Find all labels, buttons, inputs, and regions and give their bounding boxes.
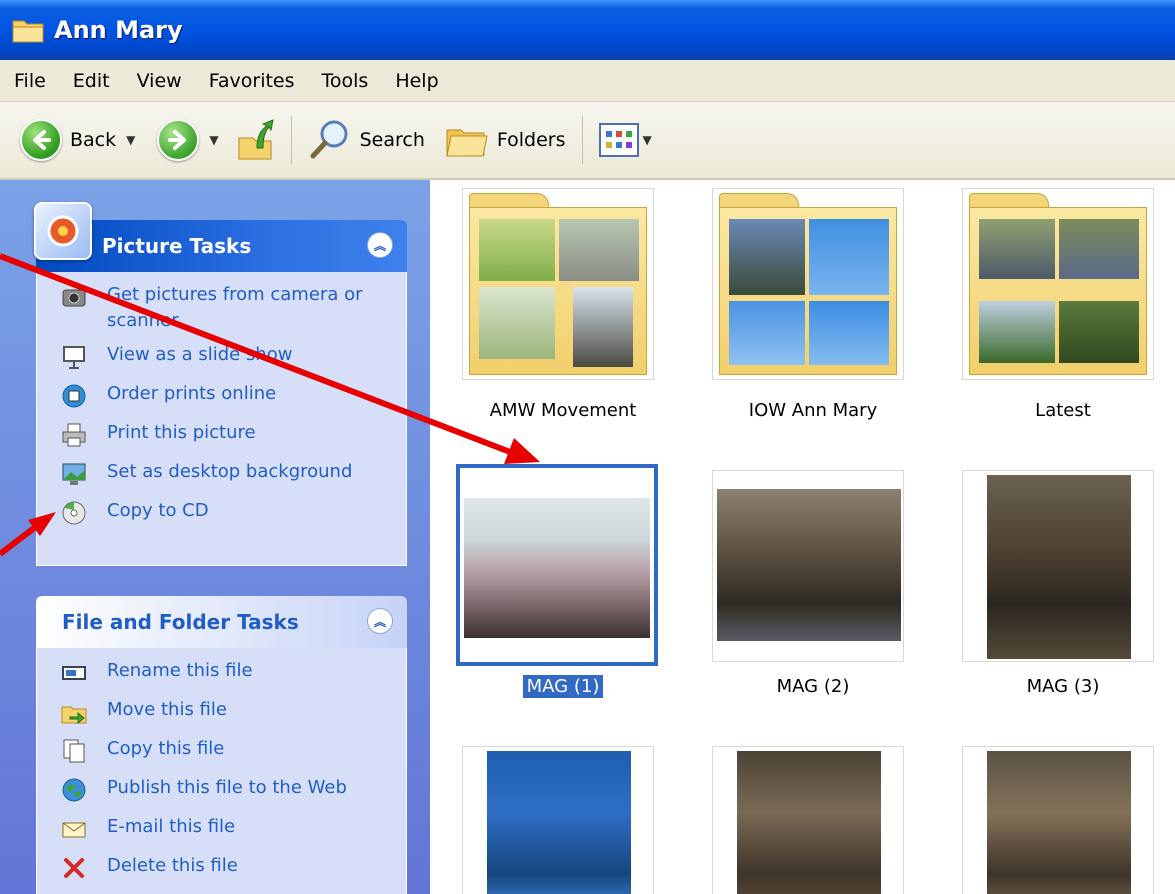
file-name: IOW Ann Mary <box>748 400 878 421</box>
task-delete-file[interactable]: Delete this file <box>37 849 406 888</box>
task-set-background[interactable]: Set as desktop background <box>37 455 406 494</box>
views-icon <box>598 123 639 157</box>
file-name-label: MAG (1) <box>458 675 668 698</box>
task-label: Copy to CD <box>107 500 209 521</box>
task-publish-web[interactable]: Publish this file to the Web <box>37 771 406 810</box>
task-copy-to-cd[interactable]: Copy to CD <box>37 494 406 533</box>
folder-icon <box>12 20 44 43</box>
file-folder-tasks-title: File and Folder Tasks <box>62 610 299 634</box>
picture-tasks-header[interactable]: Picture Tasks ︽ <box>34 202 407 272</box>
file-folder-tasks-header[interactable]: File and Folder Tasks ︽ <box>36 596 407 648</box>
slideshow-icon <box>63 346 85 369</box>
folder-thumbnail[interactable] <box>462 188 654 380</box>
printer-icon <box>62 423 86 447</box>
menu-file[interactable]: File <box>14 70 46 92</box>
task-print-picture[interactable]: Print this picture <box>37 416 406 455</box>
folders-icon <box>446 129 488 157</box>
title-bar[interactable]: Ann Mary <box>0 0 1175 60</box>
rename-icon <box>62 666 86 680</box>
photo-thumbnail[interactable] <box>456 464 658 666</box>
desktop-background-icon <box>62 463 86 485</box>
task-order-prints[interactable]: Order prints online <box>37 377 406 416</box>
toolbar-separator <box>290 116 292 164</box>
photo-thumbnail[interactable] <box>462 746 654 894</box>
menu-view[interactable]: View <box>137 70 182 92</box>
task-slide-show[interactable]: View as a slide show <box>37 338 406 377</box>
task-email-file[interactable]: E-mail this file <box>37 810 406 849</box>
toolbar: Back ▼ ▼ Search Folders ▼ <box>0 102 1175 180</box>
task-label: Delete this file <box>107 855 238 876</box>
picture-tasks-icon <box>34 202 92 260</box>
toolbar-separator <box>581 116 583 164</box>
picture-tasks-title: Picture Tasks <box>102 234 252 258</box>
up-folder-icon <box>238 119 274 160</box>
photo-thumbnail[interactable] <box>712 746 904 894</box>
menu-edit[interactable]: Edit <box>73 70 110 92</box>
folders-button[interactable]: Folders <box>439 112 572 168</box>
photo-thumbnail[interactable] <box>712 470 904 662</box>
search-icon <box>310 120 348 159</box>
file-view: AMW Movement IOW Ann Mary Latest MAG (1) <box>430 180 1175 894</box>
task-label: Get pictures from camera or scanner <box>107 284 363 331</box>
menu-tools[interactable]: Tools <box>322 70 369 92</box>
task-label: Set as desktop background <box>107 461 353 482</box>
chevron-down-icon[interactable]: ▼ <box>126 133 135 147</box>
task-rename-file[interactable]: Rename this file <box>37 654 406 693</box>
search-label: Search <box>359 129 425 151</box>
window-title: Ann Mary <box>54 16 183 44</box>
picture-tasks-list: Get pictures from camera or scanner View… <box>36 272 407 566</box>
task-label: Copy this file <box>107 738 225 759</box>
collapse-icon[interactable]: ︽ <box>367 608 393 634</box>
picture-tasks-panel: Picture Tasks ︽ Get pictures from camera… <box>34 202 407 566</box>
back-button[interactable]: Back ▼ <box>14 112 141 168</box>
cd-icon <box>62 501 86 525</box>
photo-thumbnail[interactable] <box>962 746 1154 894</box>
chevron-down-icon[interactable]: ▼ <box>643 133 652 147</box>
file-name: AMW Movement <box>489 400 637 421</box>
folder-thumbnail[interactable] <box>712 188 904 380</box>
file-name: MAG (2) <box>776 676 850 697</box>
task-label: Order prints online <box>107 383 277 404</box>
menu-favorites[interactable]: Favorites <box>209 70 295 92</box>
camera-icon <box>62 289 86 307</box>
forward-arrow-icon <box>157 119 200 161</box>
file-folder-tasks-panel: File and Folder Tasks ︽ Rename this file… <box>36 596 407 894</box>
search-button[interactable]: Search <box>302 112 431 168</box>
task-label: Print this picture <box>107 422 256 443</box>
chevron-down-icon[interactable]: ▼ <box>209 133 218 147</box>
task-get-pictures[interactable]: Get pictures from camera or scanner <box>37 278 406 338</box>
file-name: Latest <box>1035 400 1091 421</box>
folder-thumbnail[interactable] <box>962 188 1154 380</box>
file-name[interactable]: MAG (1) <box>522 675 604 698</box>
back-arrow-icon <box>20 119 62 161</box>
menu-help[interactable]: Help <box>395 70 438 92</box>
views-button[interactable]: ▼ <box>593 112 658 168</box>
up-folder-button[interactable] <box>229 112 281 168</box>
task-label: E-mail this file <box>107 816 236 837</box>
task-label: Rename this file <box>107 660 253 681</box>
file-name: MAG (3) <box>1026 676 1100 697</box>
order-prints-icon <box>62 384 86 408</box>
email-icon <box>62 822 86 838</box>
globe-icon <box>62 778 86 802</box>
collapse-icon[interactable]: ︽ <box>367 232 393 258</box>
task-copy-file[interactable]: Copy this file <box>37 732 406 771</box>
task-label: Publish this file to the Web <box>107 777 347 798</box>
task-move-file[interactable]: Move this file <box>37 693 406 732</box>
folders-label: Folders <box>496 129 566 151</box>
photo-thumbnail[interactable] <box>962 470 1154 662</box>
task-label: View as a slide show <box>107 344 293 365</box>
back-label: Back <box>70 129 117 151</box>
file-folder-tasks-list: Rename this file Move this file Copy thi… <box>36 648 407 894</box>
task-pane: Picture Tasks ︽ Get pictures from camera… <box>0 180 430 894</box>
task-label: Move this file <box>107 699 227 720</box>
forward-button[interactable]: ▼ <box>151 112 224 168</box>
menu-bar: File Edit View Favorites Tools Help <box>0 60 1175 102</box>
move-icon <box>61 706 87 725</box>
copy-icon <box>63 739 85 763</box>
delete-icon <box>64 858 84 878</box>
